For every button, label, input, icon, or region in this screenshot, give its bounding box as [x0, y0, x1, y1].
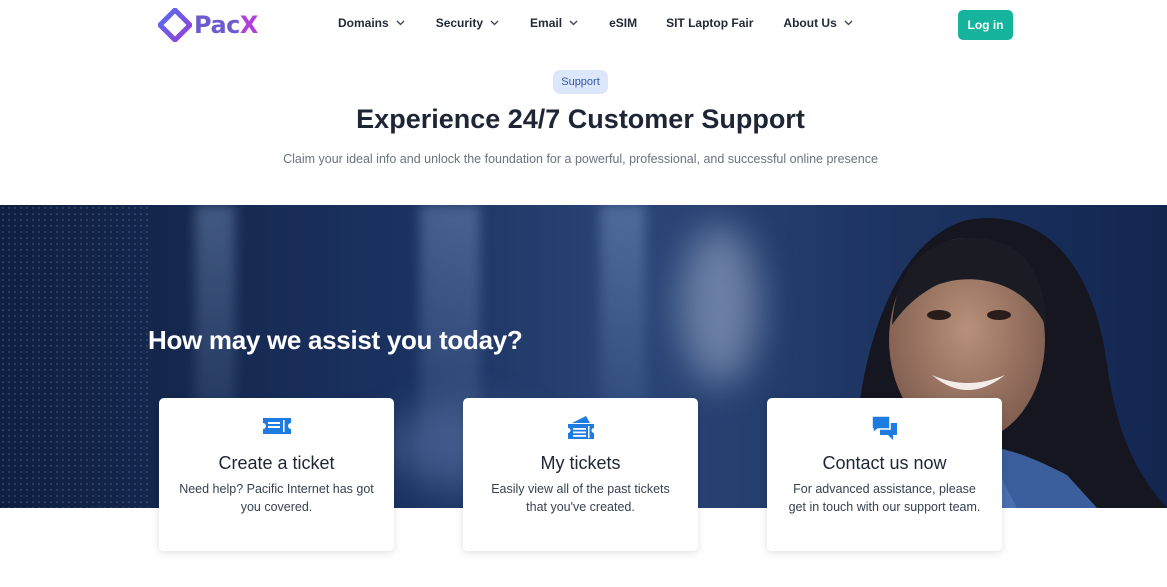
card-title: My tickets [540, 453, 621, 473]
nav-item-label: Security [435, 16, 484, 30]
card-title: Contact us now [822, 453, 947, 473]
main-nav: Domains Security Email eSIM SIT Laptop F… [338, 16, 853, 30]
card-description: Easily view all of the past tickets that… [491, 482, 670, 514]
site-header: PacX Domains Security Email eSIM SIT Lap… [0, 0, 1167, 50]
card-title: Create a ticket [218, 453, 335, 473]
chevron-down-icon [490, 20, 499, 26]
nav-item-label: Email [530, 16, 563, 30]
contact-us-card[interactable]: Contact us now For advanced assistance, … [767, 398, 1002, 551]
nav-item-domains[interactable]: Domains [338, 16, 405, 30]
nav-item-security[interactable]: Security [436, 16, 499, 30]
banner-heading: How may we assist you today? [148, 325, 523, 355]
login-button[interactable]: Log in [958, 10, 1013, 40]
nav-item-label: eSIM [609, 16, 638, 30]
create-ticket-card[interactable]: Create a ticket Need help? Pacific Inter… [159, 398, 394, 551]
nav-item-about-us[interactable]: About Us [783, 16, 853, 30]
nav-item-label: SIT Laptop Fair [666, 16, 754, 30]
nav-item-label: About Us [783, 16, 837, 30]
nav-item-label: Domains [338, 16, 389, 30]
tickets-stack-icon [567, 416, 594, 439]
chevron-down-icon [844, 20, 853, 26]
chat-bubbles-icon [870, 415, 897, 440]
card-description: Need help? Pacific Internet has got you … [179, 482, 374, 514]
banner-light-glow [680, 225, 760, 385]
my-tickets-card[interactable]: My tickets Easily view all of the past t… [463, 398, 698, 551]
page-title: Experience 24/7 Customer Support [356, 104, 805, 134]
nav-item-esim[interactable]: eSIM [609, 16, 637, 30]
page-subtitle: Claim your ideal info and unlock the fou… [283, 152, 878, 166]
pacx-logo[interactable]: PacX [158, 8, 258, 42]
logo-text: PacX [194, 11, 258, 39]
pacx-logo-mark-icon [158, 8, 192, 42]
chevron-down-icon [569, 20, 578, 26]
nav-item-email[interactable]: Email [530, 16, 578, 30]
nav-item-sit-laptop-fair[interactable]: SIT Laptop Fair [666, 16, 753, 30]
card-description: For advanced assistance, please get in t… [788, 482, 981, 514]
banner-dot-pattern [0, 205, 150, 508]
support-badge: Support [553, 70, 608, 94]
ticket-icon [262, 418, 291, 434]
chevron-down-icon [396, 20, 405, 26]
